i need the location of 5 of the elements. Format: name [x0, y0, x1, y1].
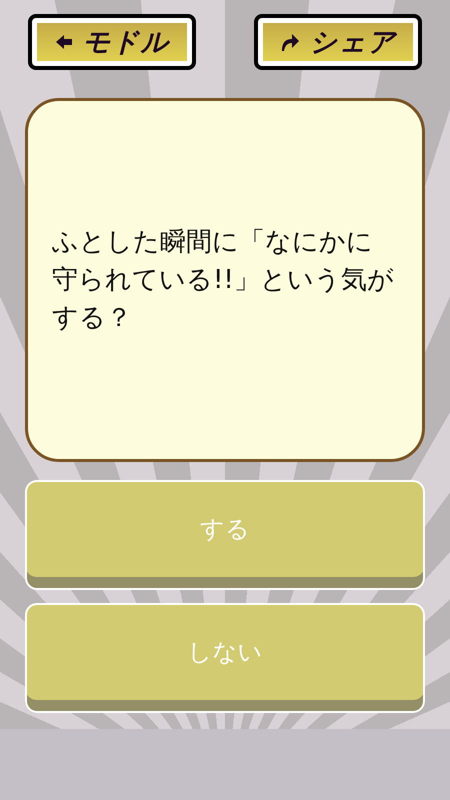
arrow-left-icon	[54, 33, 72, 51]
back-button[interactable]: モドル	[28, 14, 196, 70]
curved-arrow-icon	[280, 32, 300, 52]
share-button[interactable]: シェア	[254, 14, 422, 70]
question-text: ふとした瞬間に「なにかに守られている!!」という気がする？	[52, 226, 395, 335]
